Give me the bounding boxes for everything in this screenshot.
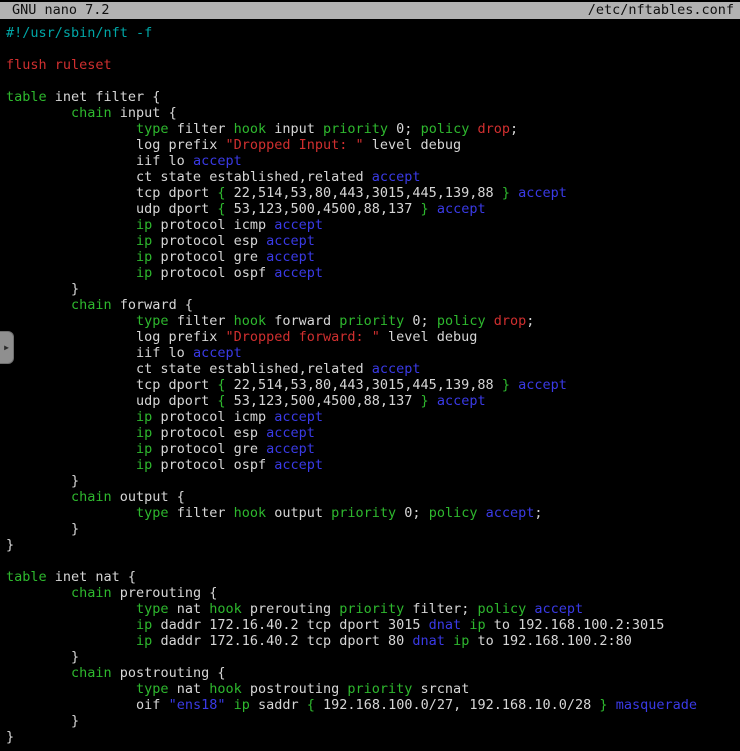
code-line: chain input { <box>6 105 740 121</box>
code-line: type filter hook forward priority 0; pol… <box>6 313 740 329</box>
code-line <box>6 553 740 569</box>
code-line: } <box>6 473 740 489</box>
nano-version: GNU nano 7.2 <box>12 2 110 19</box>
code-line: ct state established,related accept <box>6 361 740 377</box>
code-line: } <box>6 649 740 665</box>
terminal-screen: GNU nano 7.2 /etc/nftables.conf #!/usr/s… <box>0 2 740 751</box>
code-line: } <box>6 713 740 729</box>
code-line: type filter hook output priority 0; poli… <box>6 505 740 521</box>
editor-area[interactable]: #!/usr/sbin/nft -f flush ruleset table i… <box>0 19 740 745</box>
code-line: iif lo accept <box>6 345 740 361</box>
code-line: ip protocol gre accept <box>6 441 740 457</box>
code-line: udp dport { 53,123,500,4500,88,137 } acc… <box>6 393 740 409</box>
code-line: } <box>6 729 740 745</box>
code-line: tcp dport { 22,514,53,80,443,3015,445,13… <box>6 377 740 393</box>
code-line: table inet filter { <box>6 89 740 105</box>
code-line: chain prerouting { <box>6 585 740 601</box>
code-line: type nat hook prerouting priority filter… <box>6 601 740 617</box>
code-line: #!/usr/sbin/nft -f <box>6 25 740 41</box>
code-line: chain postrouting { <box>6 665 740 681</box>
code-line: ip daddr 172.16.40.2 tcp dport 80 dnat i… <box>6 633 740 649</box>
code-line: ip protocol ospf accept <box>6 457 740 473</box>
side-panel-tab[interactable]: ▶ <box>0 331 14 364</box>
code-line: } <box>6 521 740 537</box>
code-line: chain forward { <box>6 297 740 313</box>
code-line: table inet nat { <box>6 569 740 585</box>
code-line: ip daddr 172.16.40.2 tcp dport 3015 dnat… <box>6 617 740 633</box>
code-line: chain output { <box>6 489 740 505</box>
code-line <box>6 41 740 57</box>
code-line: } <box>6 537 740 553</box>
code-line: tcp dport { 22,514,53,80,443,3015,445,13… <box>6 185 740 201</box>
code-line: ip protocol icmp accept <box>6 409 740 425</box>
code-line: flush ruleset <box>6 57 740 73</box>
code-line: iif lo accept <box>6 153 740 169</box>
code-line: ip protocol icmp accept <box>6 217 740 233</box>
code-line: } <box>6 281 740 297</box>
nano-titlebar: GNU nano 7.2 /etc/nftables.conf <box>0 2 740 19</box>
code-line: ct state established,related accept <box>6 169 740 185</box>
code-line: ip protocol ospf accept <box>6 265 740 281</box>
code-line <box>6 73 740 89</box>
expand-right-arrow-icon: ▶ <box>4 343 9 352</box>
code-line: ip protocol gre accept <box>6 249 740 265</box>
code-line: ip protocol esp accept <box>6 425 740 441</box>
code-line: log prefix "Dropped Input: " level debug <box>6 137 740 153</box>
file-path: /etc/nftables.conf <box>588 2 734 19</box>
code-line: udp dport { 53,123,500,4500,88,137 } acc… <box>6 201 740 217</box>
code-line: type filter hook input priority 0; polic… <box>6 121 740 137</box>
code-line: log prefix "Dropped forward: " level deb… <box>6 329 740 345</box>
code-line: ip protocol esp accept <box>6 233 740 249</box>
code-line: type nat hook postrouting priority srcna… <box>6 681 740 697</box>
code-line: oif "ens18" ip saddr { 192.168.100.0/27,… <box>6 697 740 713</box>
